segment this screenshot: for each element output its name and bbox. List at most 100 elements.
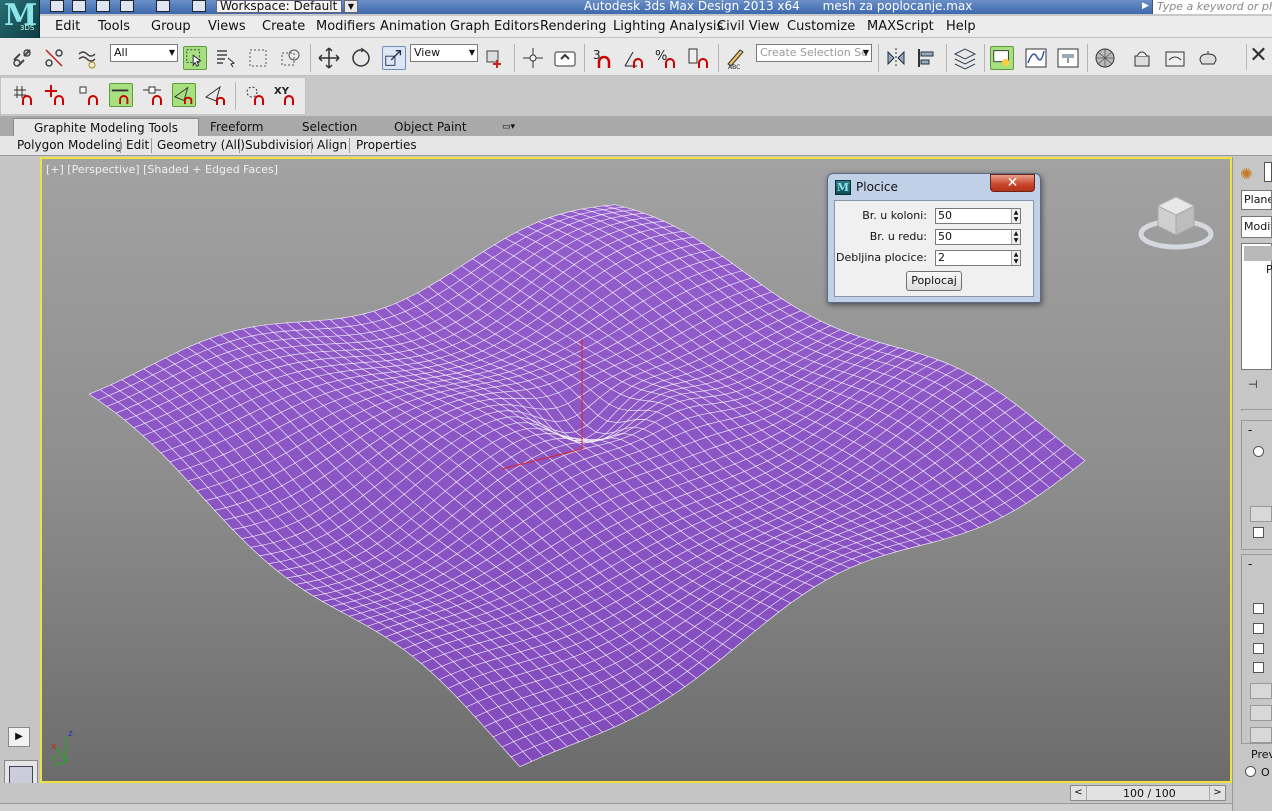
dialog-titlebar[interactable]: M Plocice ✕ — [828, 174, 1040, 198]
spinner-snap-icon[interactable] — [687, 46, 711, 70]
menu-maxscript[interactable]: MAXScript — [867, 19, 934, 34]
play-icon[interactable]: ▶ — [8, 727, 30, 747]
br-u-redu-spinner[interactable]: 50 ▲ ▼ — [935, 229, 1021, 245]
pin-icon[interactable]: ⊣ — [1248, 378, 1258, 391]
object-name-field[interactable]: PlaneC — [1241, 190, 1272, 210]
menu-edit[interactable]: Edit — [55, 19, 80, 34]
viewcube-icon[interactable] — [1138, 188, 1214, 250]
schematic-view-icon[interactable] — [1056, 46, 1080, 70]
modifier-stack[interactable]: Pl — [1241, 243, 1272, 370]
align-icon[interactable] — [915, 46, 939, 70]
menu-views[interactable]: Views — [208, 19, 246, 34]
snaps-toggle-icon[interactable]: 3 — [591, 46, 615, 70]
spinner-arrows-icon[interactable]: ▲ ▼ — [1011, 251, 1020, 265]
endpoint-snap-icon[interactable] — [141, 83, 165, 107]
tab-object-paint[interactable]: Object Paint — [386, 118, 475, 136]
edge-snap-button[interactable] — [109, 83, 133, 107]
radio-button[interactable] — [1253, 446, 1264, 457]
grid-snap-icon[interactable] — [11, 83, 35, 107]
checkbox[interactable] — [1253, 623, 1264, 634]
menu-help[interactable]: Help — [946, 19, 976, 34]
search-arrow-icon[interactable]: ▶ — [1142, 1, 1149, 11]
panel-edit[interactable]: Edit — [126, 138, 149, 152]
save-icon[interactable] — [96, 0, 110, 12]
radio-button[interactable] — [1245, 766, 1256, 777]
snap-options-icon[interactable] — [243, 83, 267, 107]
workspace-dropdown[interactable]: Workspace: Default — [216, 0, 342, 13]
window-crossing-icon[interactable] — [279, 46, 303, 70]
rollout-collapse-icon[interactable]: - — [1248, 557, 1252, 571]
angle-snap-icon[interactable] — [622, 46, 646, 70]
select-object-button[interactable] — [183, 46, 207, 70]
tab-selection[interactable]: Selection — [294, 118, 365, 136]
help-search-input[interactable]: Type a keyword or phrase — [1152, 0, 1272, 14]
dialog-close-button[interactable]: ✕ — [990, 174, 1035, 192]
stack-item-highlight[interactable] — [1244, 246, 1272, 261]
redo-icon[interactable] — [156, 0, 170, 12]
perpendicular-snap-icon[interactable] — [204, 83, 228, 107]
curve-editor-icon[interactable] — [1024, 46, 1048, 70]
undo-icon[interactable] — [120, 0, 134, 12]
edit-named-selection-icon[interactable]: ABC — [724, 46, 748, 70]
pivot-center-icon[interactable] — [483, 46, 507, 70]
ribbon-options-icon[interactable]: ▭▾ — [494, 118, 523, 136]
scale-button[interactable] — [382, 46, 406, 70]
menu-modifiers[interactable]: Modifiers — [316, 19, 375, 34]
checkbox[interactable] — [1253, 603, 1264, 614]
move-icon[interactable] — [317, 46, 341, 70]
panel-align[interactable]: Align — [317, 138, 347, 152]
vertex-snap-icon[interactable] — [77, 83, 101, 107]
modifier-list-dropdown[interactable]: Modifi — [1241, 216, 1272, 238]
rect-selection-region-icon[interactable] — [246, 46, 270, 70]
menu-group[interactable]: Group — [151, 19, 191, 34]
tab-graphite-modeling-tools[interactable]: Graphite Modeling Tools — [13, 118, 200, 136]
rendered-frame-window-icon[interactable] — [1163, 46, 1187, 70]
graphite-ribbon-toggle-button[interactable] — [990, 46, 1014, 70]
spinner-arrows-icon[interactable]: ▲ ▼ — [1011, 230, 1020, 244]
checkbox[interactable] — [1253, 643, 1264, 654]
br-u-koloni-spinner[interactable]: 50 ▲ ▼ — [935, 208, 1021, 224]
panel-button[interactable] — [1250, 705, 1272, 721]
wavy-plane-mesh[interactable]: z x y — [42, 159, 1230, 781]
spinner-arrows-icon[interactable]: ▲ ▼ — [1011, 209, 1020, 223]
workspace-arrow-icon[interactable]: ▼ — [344, 0, 358, 13]
render-production-icon[interactable] — [1196, 46, 1220, 70]
open-file-icon[interactable] — [72, 0, 86, 12]
select-by-name-icon[interactable] — [214, 46, 238, 70]
time-slider[interactable]: < 100 / 100 > — [1070, 785, 1226, 801]
new-file-icon[interactable] — [50, 0, 64, 12]
named-selection-set-dropdown[interactable]: Create Selection Se ▼ — [756, 44, 872, 62]
bind-space-warp-icon[interactable] — [76, 46, 100, 70]
percent-snap-icon[interactable]: % — [654, 46, 678, 70]
checkbox[interactable] — [1253, 527, 1264, 538]
render-setup-icon[interactable] — [1131, 46, 1155, 70]
select-manipulate-icon[interactable] — [521, 46, 545, 70]
debljina-plocice-spinner[interactable]: 2 ▲ ▼ — [935, 250, 1021, 266]
viewport-label[interactable]: [+] [Perspective] [Shaded + Edged Faces] — [46, 163, 278, 176]
menu-animation[interactable]: Animation — [380, 19, 446, 34]
menu-rendering[interactable]: Rendering — [540, 19, 606, 34]
layer-manager-icon[interactable] — [953, 46, 977, 70]
selection-filter-dropdown[interactable]: All ▼ — [110, 44, 178, 62]
menu-civil-view[interactable]: Civil View — [717, 19, 780, 34]
panel-properties[interactable]: Properties — [356, 138, 417, 152]
menu-create[interactable]: Create — [262, 19, 305, 34]
panel-geometry-all[interactable]: Geometry (All) — [157, 138, 245, 152]
tab-freeform[interactable]: Freeform — [202, 118, 271, 136]
panel-button[interactable] — [1250, 727, 1272, 743]
xy-snap-icon[interactable]: XY — [273, 83, 297, 107]
stack-item-plane[interactable]: Pl — [1266, 263, 1272, 276]
ref-coord-dropdown[interactable]: View ▼ — [410, 44, 478, 62]
panel-button[interactable] — [1250, 683, 1272, 699]
face-snap-button[interactable] — [172, 83, 196, 107]
time-next-icon[interactable]: > — [1209, 786, 1225, 800]
rotate-icon[interactable] — [349, 46, 373, 70]
time-prev-icon[interactable]: < — [1071, 786, 1087, 800]
menu-customize[interactable]: Customize — [787, 19, 855, 34]
project-folder-icon[interactable] — [192, 0, 206, 12]
panel-button[interactable] — [1250, 506, 1272, 522]
mirror-icon[interactable] — [884, 46, 908, 70]
panel-polygon-modeling[interactable]: Polygon Modeling — [17, 138, 123, 152]
keyboard-shortcut-override-icon[interactable] — [553, 46, 577, 70]
pivot-snap-icon[interactable] — [43, 83, 67, 107]
